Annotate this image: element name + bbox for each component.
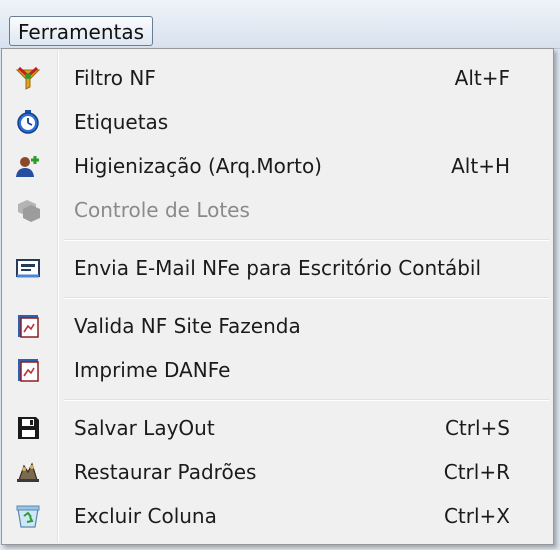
- menu-item-salvar-layout[interactable]: Salvar LayOut Ctrl+S: [4, 406, 551, 450]
- menu-item-label: Envia E-Mail NFe para Escritório Contábi…: [74, 256, 482, 280]
- menu-item-shortcut: Alt+H: [451, 154, 510, 178]
- dropdown-menu: Filtro NF Alt+F Etiquetas Higienização (…: [1, 48, 554, 545]
- menu-item-shortcut: Alt+F: [454, 66, 510, 90]
- menu-item-shortcut: Ctrl+X: [443, 504, 510, 528]
- menu-item-etiquetas[interactable]: Etiquetas: [4, 100, 551, 144]
- menu-item-imprime-danfe[interactable]: Imprime DANFe: [4, 348, 551, 392]
- menu-item-label: Excluir Coluna: [74, 504, 217, 528]
- floppy-disk-icon: [15, 416, 41, 440]
- recycle-bin-icon: [15, 504, 41, 528]
- document-icon: [15, 358, 41, 382]
- menu-item-label: Controle de Lotes: [74, 198, 250, 222]
- email-icon: [15, 256, 41, 280]
- menu-item-label: Imprime DANFe: [74, 358, 231, 382]
- menu-item-shortcut: Ctrl+R: [443, 460, 510, 484]
- menu-separator: [64, 399, 549, 401]
- menu-item-controle-de-lotes: Controle de Lotes: [4, 188, 551, 232]
- document-icon: [15, 314, 41, 338]
- menu-item-excluir-coluna[interactable]: Excluir Coluna Ctrl+X: [4, 494, 551, 538]
- menu-ferramentas[interactable]: Ferramentas: [9, 16, 154, 46]
- menu-item-label: Etiquetas: [74, 110, 169, 134]
- menu-item-label: Filtro NF: [74, 66, 156, 90]
- menu-item-envia-email[interactable]: Envia E-Mail NFe para Escritório Contábi…: [4, 246, 551, 290]
- menu-item-valida-nf[interactable]: Valida NF Site Fazenda: [4, 304, 551, 348]
- menu-item-label: Valida NF Site Fazenda: [74, 314, 301, 338]
- menu-item-restaurar-padroes[interactable]: Restaurar Padrões Ctrl+R: [4, 450, 551, 494]
- menu-item-shortcut: Ctrl+S: [444, 416, 510, 440]
- menu-item-higienizacao[interactable]: Higienização (Arq.Morto) Alt+H: [4, 144, 551, 188]
- menu-item-label: Salvar LayOut: [74, 416, 215, 440]
- stopwatch-icon: [15, 110, 41, 134]
- menu-item-label: Restaurar Padrões: [74, 460, 257, 484]
- menu-separator: [64, 239, 549, 241]
- menu-item-label: Higienização (Arq.Morto): [74, 154, 322, 178]
- menu-item-filtro-nf[interactable]: Filtro NF Alt+F: [4, 56, 551, 100]
- stack-icon: [15, 198, 41, 222]
- menubar: Ferramentas: [0, 0, 560, 49]
- menu-separator: [64, 297, 549, 299]
- filter-icon: [15, 66, 41, 90]
- user-add-icon: [15, 154, 41, 178]
- restore-icon: [15, 460, 41, 484]
